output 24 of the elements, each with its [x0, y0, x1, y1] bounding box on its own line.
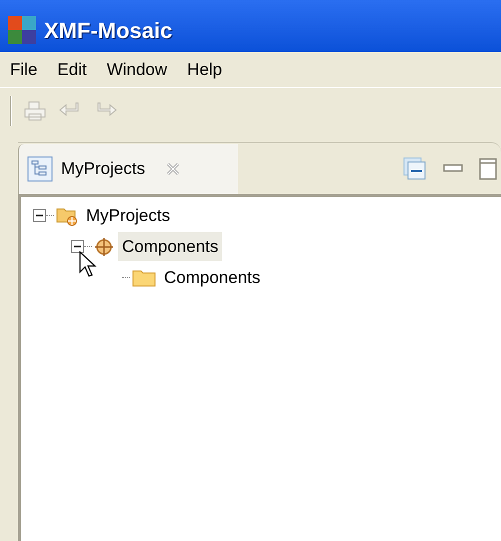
crosshair-icon: [94, 236, 114, 256]
menu-item[interactable]: Edit: [57, 56, 87, 82]
close-icon[interactable]: [165, 161, 182, 177]
window-title: XMF-Mosaic: [44, 16, 172, 44]
menu-item[interactable]: File: [10, 56, 38, 82]
tree-item[interactable]: MyProjects: [82, 200, 174, 230]
tree-structure-icon: [27, 156, 53, 182]
mouse-pointer-icon: [79, 251, 97, 277]
tree-item[interactable]: Components: [160, 262, 264, 292]
folder-icon: [56, 206, 78, 226]
folder-icon: [132, 268, 156, 288]
tree-item[interactable]: Components: [118, 232, 222, 262]
menu-item[interactable]: Help: [187, 56, 222, 82]
collapse-toggle[interactable]: [71, 240, 84, 253]
collapse-all-icon[interactable]: [403, 156, 427, 180]
print-icon[interactable]: [24, 101, 46, 121]
minus-icon: [36, 212, 43, 219]
minimize-icon[interactable]: [443, 164, 463, 174]
menu-item[interactable]: Window: [106, 56, 168, 82]
app-logo-icon: [8, 16, 36, 44]
minus-icon: [74, 243, 81, 250]
collapse-toggle[interactable]: [33, 209, 46, 222]
view-tab[interactable]: MyProjects: [18, 144, 238, 194]
maximize-icon[interactable]: [479, 158, 497, 180]
